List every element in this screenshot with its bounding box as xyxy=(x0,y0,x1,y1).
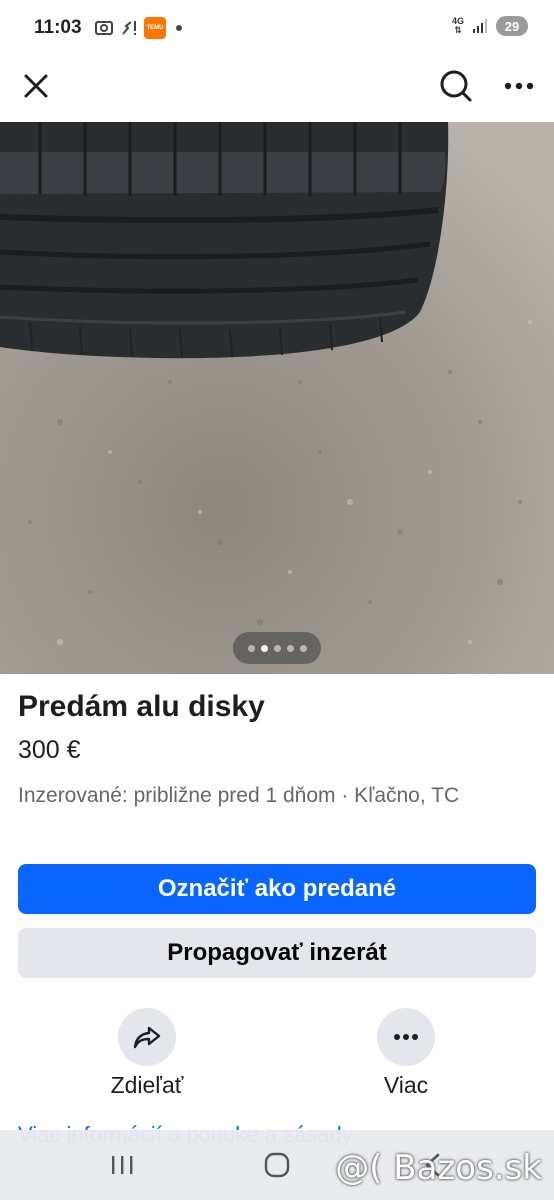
search-button[interactable] xyxy=(434,62,478,110)
pagination-dot[interactable] xyxy=(286,644,294,652)
temu-app-icon: TEMU xyxy=(144,17,166,39)
home-button[interactable] xyxy=(245,1130,309,1200)
watermark: @( Bazos.sk xyxy=(335,1148,542,1188)
search-icon xyxy=(440,70,472,102)
dots-icon xyxy=(394,1034,418,1040)
share-label: Zdieľať xyxy=(110,1072,184,1098)
listing-photo[interactable] xyxy=(0,122,554,674)
alert-icon xyxy=(122,21,136,35)
status-bar: 11:03 TEMU 4G ⇅ 29 xyxy=(0,0,554,56)
share-button[interactable] xyxy=(118,1008,176,1066)
home-icon xyxy=(264,1152,290,1178)
status-time: 11:03 xyxy=(34,17,82,38)
pagination-dot-active[interactable] xyxy=(260,644,268,652)
status-system-icons: 4G ⇅ 29 xyxy=(452,16,528,36)
more-icon xyxy=(504,82,534,90)
promote-listing-button[interactable]: Propagovať inzerát xyxy=(18,928,536,978)
network-type: 4G ⇅ xyxy=(451,16,464,35)
signal-icon xyxy=(473,19,487,33)
listing-title: Predám alu disky xyxy=(18,690,265,723)
tire-image xyxy=(0,122,554,674)
more-button[interactable] xyxy=(377,1008,435,1066)
more-notifications-dot xyxy=(176,25,182,31)
more-action[interactable]: Viac xyxy=(346,1008,466,1099)
photo-pagination[interactable] xyxy=(233,632,321,664)
more-options-button[interactable] xyxy=(496,62,542,110)
battery-indicator: 29 xyxy=(496,16,528,36)
recent-apps-button[interactable] xyxy=(90,1130,154,1200)
more-label: Viac xyxy=(383,1072,429,1098)
pagination-dot[interactable] xyxy=(299,644,307,652)
mark-as-sold-button[interactable]: Označiť ako predané xyxy=(18,864,536,914)
status-notification-icons: TEMU xyxy=(94,17,182,39)
close-button[interactable] xyxy=(14,64,58,108)
screenshot-icon xyxy=(95,21,113,35)
pagination-dot[interactable] xyxy=(247,644,255,652)
recent-apps-icon xyxy=(112,1156,133,1174)
close-icon xyxy=(24,74,48,98)
pagination-dot[interactable] xyxy=(273,644,281,652)
top-bar xyxy=(0,56,554,122)
share-action[interactable]: Zdieľať xyxy=(87,1008,207,1099)
share-icon xyxy=(133,1026,161,1049)
listing-price: 300 € xyxy=(18,736,81,764)
listing-meta: Inzerované: približne pred 1 dňom · Kľač… xyxy=(18,784,460,807)
